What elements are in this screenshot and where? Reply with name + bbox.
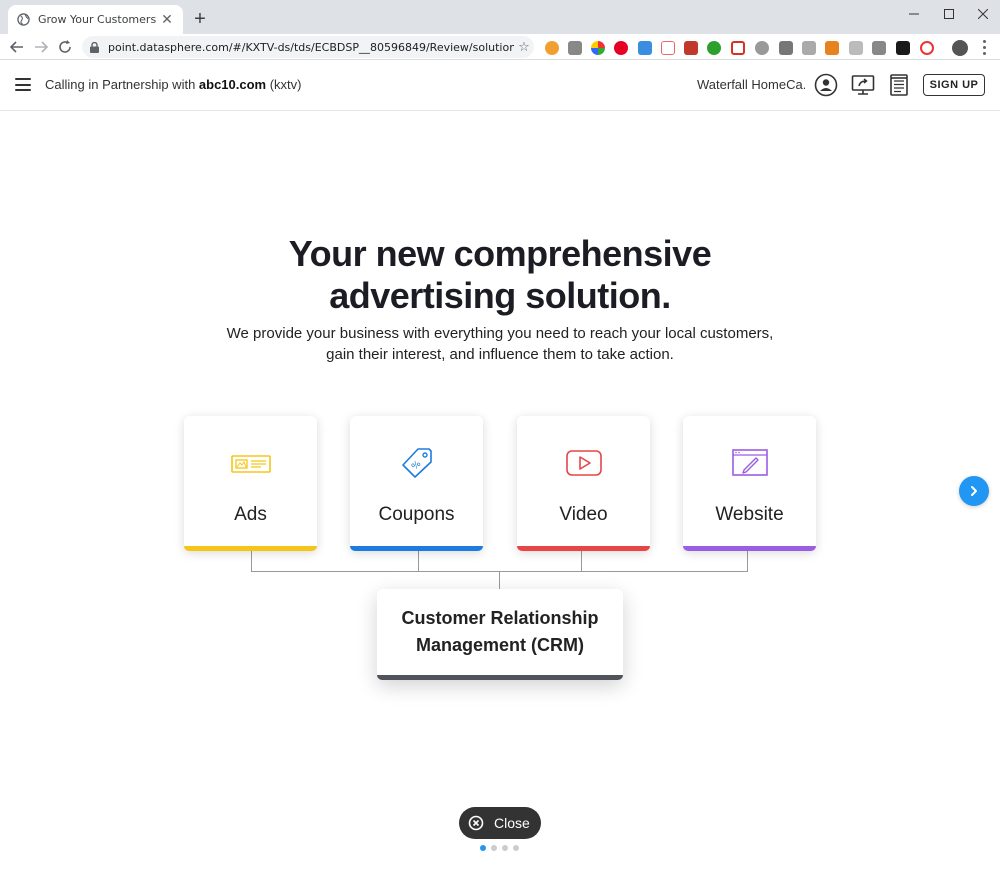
color-wheel-extension-icon[interactable]	[591, 41, 605, 55]
card-coupons[interactable]: % Coupons	[350, 416, 483, 551]
text-extension-icon[interactable]	[779, 41, 793, 55]
calendar-extension-icon[interactable]	[661, 41, 675, 55]
page-title: Your new comprehensive advertising solut…	[0, 233, 1000, 317]
business-name: Waterfall HomeCa...	[697, 77, 805, 92]
profile-avatar[interactable]	[952, 40, 968, 56]
browser-menu-icon[interactable]	[978, 38, 990, 56]
maximize-icon[interactable]	[932, 0, 966, 28]
tool-extension-icon[interactable]	[849, 41, 863, 55]
p-extension-icon[interactable]	[896, 41, 910, 55]
headline-line-1: Your new comprehensive	[288, 233, 712, 274]
metamask-extension-icon[interactable]	[825, 41, 839, 55]
pagination-dots	[480, 845, 519, 851]
record-extension-icon[interactable]	[920, 41, 934, 55]
connector-line	[747, 551, 748, 572]
close-icon[interactable]	[966, 0, 1000, 28]
card-accent-bar	[517, 546, 650, 551]
video-play-icon	[517, 446, 650, 480]
card-label: Ads	[234, 504, 267, 525]
pagination-dot[interactable]	[502, 845, 508, 851]
card-label: Coupons	[378, 504, 455, 525]
card-crm[interactable]: Customer Relationship Management (CRM)	[377, 589, 623, 680]
forward-arrow-icon[interactable]	[31, 37, 51, 57]
tab-title: Grow Your Customers	[38, 13, 157, 26]
window-extension-icon[interactable]	[638, 41, 652, 55]
pagination-dot[interactable]	[491, 845, 497, 851]
url-text: point.datasphere.com/#/KXTV-ds/tds/ECBDS…	[108, 40, 514, 54]
card-accent-bar	[377, 675, 623, 680]
browser-tab[interactable]: Grow Your Customers ✕	[8, 5, 183, 34]
back-arrow-icon[interactable]	[7, 37, 27, 57]
notes-icon[interactable]	[887, 73, 911, 97]
page-subtitle: We provide your business with everything…	[200, 323, 800, 365]
card-accent-bar	[184, 546, 317, 551]
partner-text: Calling in Partnership with abc10.com (k…	[45, 77, 302, 92]
card-ads[interactable]: Ads	[184, 416, 317, 551]
headline-line-2: advertising solution.	[329, 275, 671, 316]
reload-icon[interactable]	[55, 37, 75, 57]
connector-line	[418, 551, 419, 572]
seo-extension-icon[interactable]	[755, 41, 769, 55]
card-accent-bar	[350, 546, 483, 551]
close-button[interactable]: Close	[459, 807, 541, 839]
tab-close-icon[interactable]: ✕	[159, 12, 175, 28]
pinterest-extension-icon[interactable]	[614, 41, 628, 55]
book-extension-icon[interactable]	[684, 41, 698, 55]
camera-extension-icon[interactable]	[568, 41, 582, 55]
coupon-tag-icon: %	[350, 446, 483, 480]
pagination-dot[interactable]	[480, 845, 486, 851]
sign-up-button[interactable]: SIGN UP	[923, 74, 985, 96]
pagination-dot[interactable]	[513, 845, 519, 851]
card-accent-bar	[683, 546, 816, 551]
card-video[interactable]: Video	[517, 416, 650, 551]
browser-toolbar: point.datasphere.com/#/KXTV-ds/tds/ECBDS…	[0, 34, 1000, 60]
globe-icon	[16, 13, 30, 27]
user-account-icon[interactable]	[814, 73, 838, 97]
bookmark-star-icon[interactable]: ☆	[514, 40, 534, 55]
crm-label: Customer Relationship Management (CRM)	[377, 605, 623, 659]
connector-line	[581, 551, 582, 572]
card-website[interactable]: Website	[683, 416, 816, 551]
next-slide-button[interactable]	[959, 476, 989, 506]
crm-line-2: Management (CRM)	[415, 635, 584, 655]
card-label: Video	[559, 504, 608, 525]
cookie-extension-icon[interactable]	[545, 41, 559, 55]
address-bar[interactable]: point.datasphere.com/#/KXTV-ds/tds/ECBDS…	[82, 36, 534, 58]
connector-line	[499, 571, 500, 589]
subtitle-line-1: We provide your business with everything…	[226, 325, 774, 342]
subtitle-line-2: gain their interest, and influence them …	[326, 346, 674, 363]
close-label: Close	[494, 815, 530, 831]
browser-tabstrip: Grow Your Customers ✕ +	[0, 0, 1000, 34]
app-header: Calling in Partnership with abc10.com (k…	[0, 60, 1000, 111]
gmail-extension-icon[interactable]	[731, 41, 745, 55]
scissors-extension-icon[interactable]	[872, 41, 886, 55]
crm-line-1: Customer Relationship	[401, 608, 599, 628]
card-label: Website	[715, 504, 784, 525]
ad-icon	[184, 446, 317, 480]
new-tab-button[interactable]: +	[190, 9, 210, 29]
new-badge-extension-icon[interactable]	[707, 41, 721, 55]
partner-suffix: (kxtv)	[266, 77, 302, 92]
connector-line	[251, 551, 252, 572]
lock-icon	[90, 41, 102, 53]
speech-extension-icon[interactable]	[802, 41, 816, 55]
present-screen-icon[interactable]	[851, 73, 875, 97]
hamburger-menu-icon[interactable]	[15, 78, 31, 91]
partner-domain: abc10.com	[198, 77, 267, 92]
minimize-icon[interactable]	[897, 0, 931, 28]
partner-prefix: Calling in Partnership with	[45, 77, 199, 92]
close-circle-icon	[468, 815, 484, 831]
chevron-right-icon	[971, 486, 977, 496]
website-icon	[683, 446, 816, 480]
